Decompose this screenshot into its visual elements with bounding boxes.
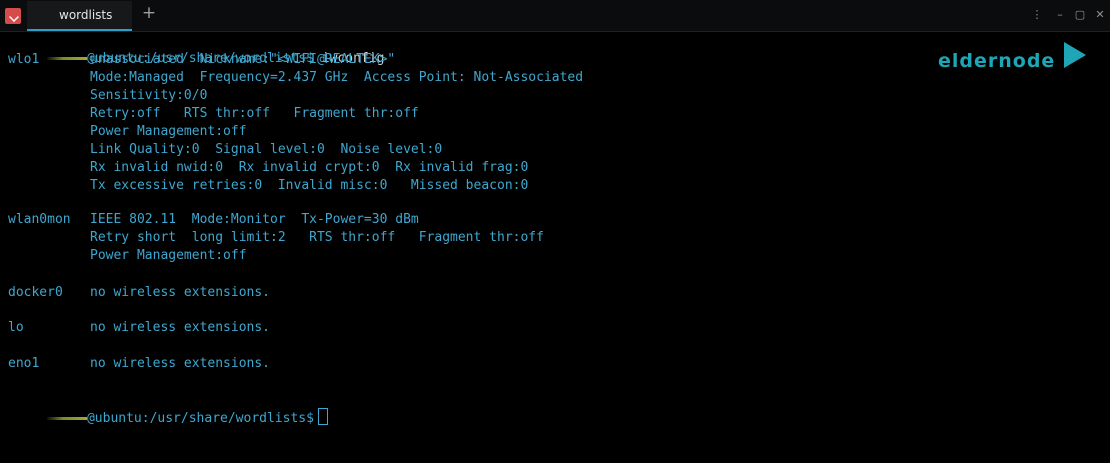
- iface-row: wlan0mon IEEE 802.11 Mode:Monitor Tx-Pow…: [4, 211, 419, 228]
- interface-info: no wireless extensions.: [90, 285, 271, 300]
- iface-row: lo no wireless extensions.: [4, 319, 270, 336]
- interface-info: unassociated Nickname:"<WIFI@REALTEK>": [90, 52, 396, 67]
- interface-info: Rx invalid nwid:0 Rx invalid crypt:0 Rx …: [90, 160, 529, 175]
- tab-bar: wordlists + ⋮ – ▢ ✕: [0, 0, 1110, 32]
- terminal-app-icon: [5, 8, 21, 24]
- interface-info: Sensitivity:0/0: [90, 88, 208, 103]
- interface-name: lo: [8, 320, 24, 335]
- interface-info: Retry:off RTS thr:off Fragment thr:off: [90, 106, 419, 121]
- cursor: [317, 408, 328, 425]
- interface-info: Power Management:off: [90, 124, 247, 139]
- iface-row: eno1 no wireless extensions.: [4, 355, 270, 372]
- terminal-output[interactable]: @ubuntu:/usr/share/wordlists$ iwconfig w…: [0, 31, 1110, 463]
- tab-label: wordlists: [59, 8, 113, 22]
- new-tab-icon[interactable]: +: [141, 5, 157, 22]
- maximize-icon[interactable]: ▢: [1073, 8, 1087, 22]
- prompt-host-path: @ubuntu:/usr/share/wordlists$: [86, 411, 314, 426]
- interface-info: Tx excessive retries:0 Invalid misc:0 Mi…: [90, 178, 529, 193]
- interface-info: Link Quality:0 Signal level:0 Noise leve…: [90, 142, 443, 157]
- interface-info: Power Management:off: [90, 248, 247, 263]
- iface-row: docker0 no wireless extensions.: [4, 284, 270, 301]
- iface-row: wlo1 unassociated Nickname:"<WIFI@REALTE…: [4, 51, 395, 68]
- interface-name: eno1: [8, 356, 40, 371]
- close-icon[interactable]: ✕: [1093, 8, 1107, 22]
- menu-icon[interactable]: ⋮: [1030, 8, 1044, 22]
- interface-info: IEEE 802.11 Mode:Monitor Tx-Power=30 dBm: [90, 212, 419, 227]
- prompt-line-2: @ubuntu:/usr/share/wordlists$: [4, 391, 328, 426]
- tab-wordlists[interactable]: wordlists: [27, 1, 132, 31]
- interface-name: wlan0mon: [8, 212, 71, 227]
- redacted-username: [46, 417, 87, 420]
- terminal-window: wordlists + ⋮ – ▢ ✕ eldernode @ubuntu:/u…: [0, 0, 1110, 463]
- interface-info: Retry short long limit:2 RTS thr:off Fra…: [90, 230, 544, 245]
- interface-name: docker0: [8, 285, 63, 300]
- interface-name: wlo1: [8, 52, 40, 67]
- prompt-line-1: @ubuntu:/usr/share/wordlists$ iwconfig: [4, 33, 384, 66]
- interface-info: no wireless extensions.: [90, 356, 271, 371]
- interface-info: no wireless extensions.: [90, 320, 271, 335]
- interface-info: Mode:Managed Frequency=2.437 GHz Access …: [90, 70, 584, 85]
- minimize-icon[interactable]: –: [1053, 8, 1067, 22]
